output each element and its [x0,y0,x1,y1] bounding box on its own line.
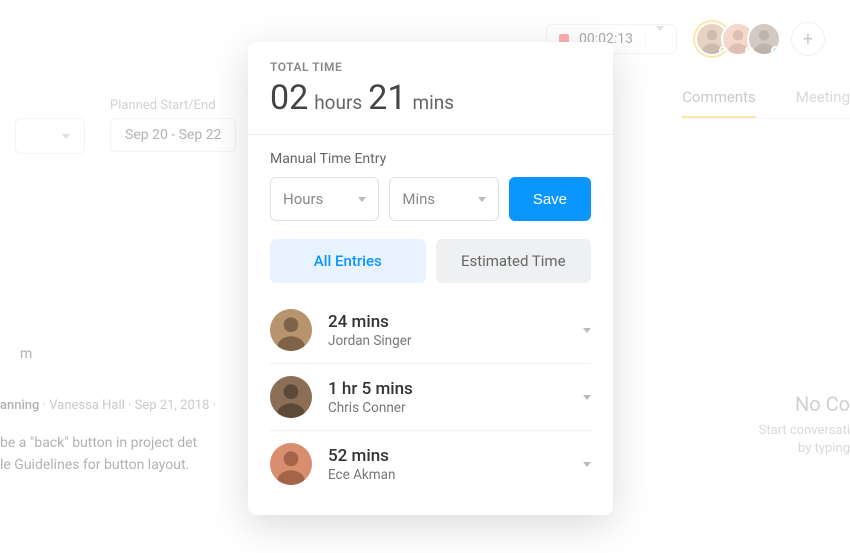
total-time-label: TOTAL TIME [270,60,591,74]
mins-placeholder: Mins [402,190,435,208]
avatar[interactable] [270,309,312,351]
avatar[interactable] [747,22,781,56]
chevron-down-icon[interactable] [583,328,591,333]
tab-meeting[interactable]: Meeting [796,88,850,106]
tab-all-entries[interactable]: All Entries [270,239,426,283]
chevron-down-icon[interactable] [583,462,591,467]
entry-name: Ece Akman [328,467,567,483]
entry-info: 24 mins Jordan Singer [328,312,567,349]
entry-time: 52 mins [328,446,567,466]
manual-entry-label: Manual Time Entry [270,151,591,167]
mins-unit: mins [412,91,454,114]
crumb-item: anning [0,398,39,413]
entry-info: 1 hr 5 mins Chris Conner [328,379,567,416]
member-avatars: + [695,22,825,56]
date-range-picker[interactable]: Sep 20 - Sep 22 [110,118,236,152]
chevron-down-icon [656,26,664,47]
description-text: be a "back" button in project det le Gui… [0,432,197,476]
avatar[interactable] [270,376,312,418]
person-icon [270,309,312,351]
empty-sub: Start conversati [759,422,850,440]
entry-time: 1 hr 5 mins [328,379,567,399]
empty-title: No Co [759,392,850,416]
plus-icon: + [803,29,813,50]
person-icon [270,443,312,485]
chevron-down-icon [478,197,486,202]
truncated-text: m [20,346,32,362]
crumb-date: Sep 21, 2018 [135,398,210,413]
entry-name: Jordan Singer [328,333,567,349]
status-online-icon [771,46,780,55]
chevron-down-icon[interactable] [583,395,591,400]
total-time-value: 02 hours 21 mins [270,78,591,118]
chevron-down-icon [62,134,70,139]
avatar[interactable] [270,443,312,485]
empty-sub: by typing [759,440,850,458]
chevron-down-icon [358,197,366,202]
time-entries-list: 24 mins Jordan Singer 1 hr 5 mins Chris … [248,297,613,515]
mins-number: 21 [368,78,406,118]
time-entry: 1 hr 5 mins Chris Conner [270,363,591,430]
entries-tabs: All Entries Estimated Time [270,239,591,283]
hours-placeholder: Hours [283,190,323,208]
person-icon [270,376,312,418]
time-tracking-popover: TOTAL TIME 02 hours 21 mins Manual Time … [248,42,613,515]
entry-time: 24 mins [328,312,567,332]
divider [248,134,613,135]
entry-name: Chris Conner [328,400,567,416]
hours-select[interactable]: Hours [270,177,379,221]
side-tabs: Comments Meeting [682,88,850,119]
hours-number: 02 [270,78,308,118]
add-member-button[interactable]: + [791,22,825,56]
breadcrumb: anning · Vanessa Hall · Sep 21, 2018 · [0,398,216,413]
planned-label: Planned Start/End [110,98,216,113]
crumb-author: Vanessa Hall [49,398,125,413]
empty-comments: No Co Start conversati by typing [759,392,850,458]
status-dropdown[interactable] [15,118,85,154]
mins-select[interactable]: Mins [389,177,498,221]
hours-unit: hours [314,91,362,114]
timer-dropdown[interactable] [645,31,664,47]
save-button[interactable]: Save [509,177,591,221]
tab-comments[interactable]: Comments [682,88,756,118]
manual-entry-row: Hours Mins Save [270,177,591,221]
time-entry: 52 mins Ece Akman [270,430,591,497]
time-entry: 24 mins Jordan Singer [270,297,591,363]
tab-estimated-time[interactable]: Estimated Time [436,239,592,283]
entry-info: 52 mins Ece Akman [328,446,567,483]
